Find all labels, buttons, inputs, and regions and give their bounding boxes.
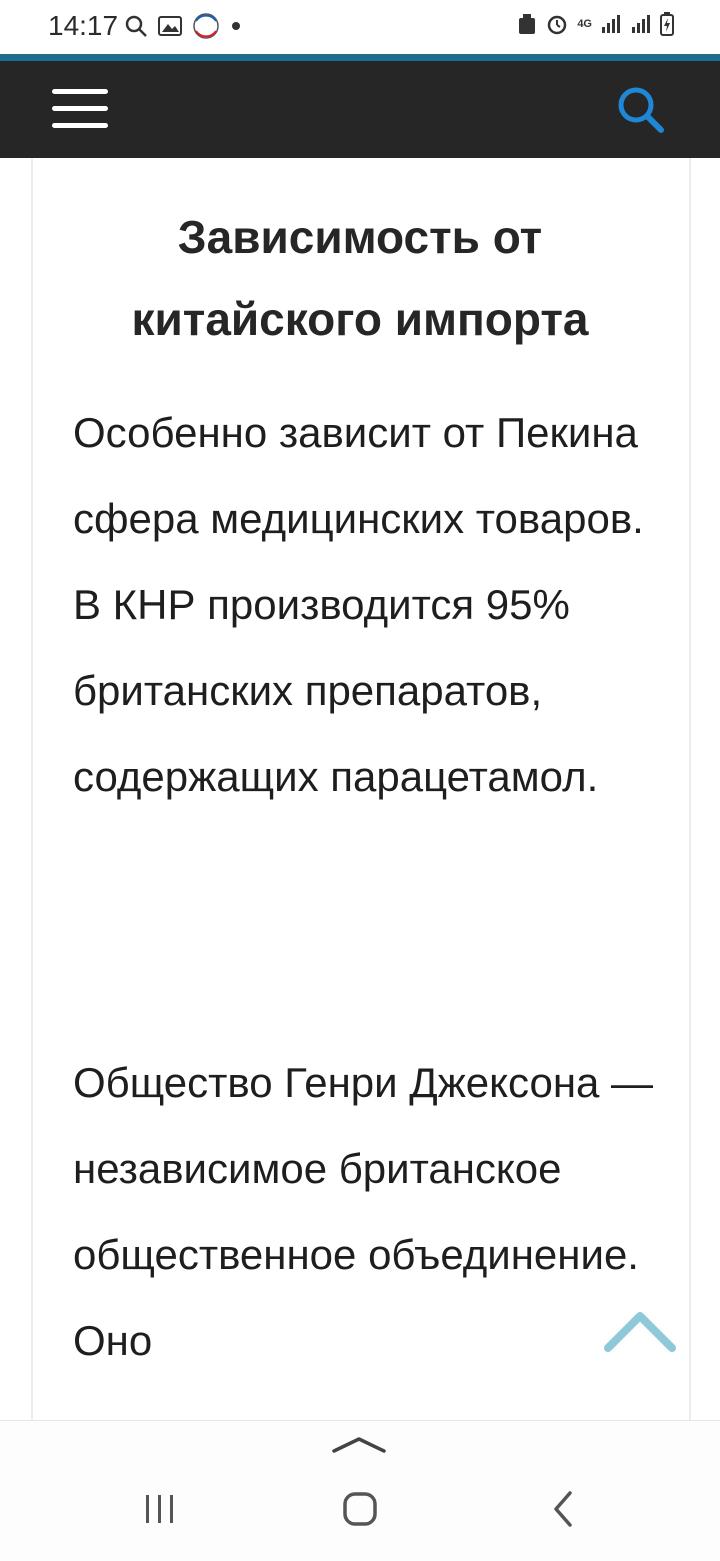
article-paragraph: Особенно зависит от Пекина сфера медицин… xyxy=(73,409,644,800)
recent-apps-button[interactable] xyxy=(130,1489,190,1529)
gallery-icon xyxy=(158,16,182,36)
article-heading: Зависимость от китайского импорта xyxy=(131,211,589,345)
back-icon xyxy=(554,1491,572,1527)
dot-icon xyxy=(232,22,240,30)
search-button[interactable] xyxy=(616,85,666,135)
scroll-to-top-button[interactable] xyxy=(604,1308,676,1352)
home-icon xyxy=(343,1492,377,1526)
search-icon xyxy=(618,87,664,133)
chevron-up-icon xyxy=(604,1312,676,1352)
app-header xyxy=(0,61,720,158)
chevron-up-icon xyxy=(332,1437,386,1453)
header-accent-line xyxy=(0,54,720,61)
recent-apps-icon xyxy=(146,1495,173,1523)
nav-handle[interactable] xyxy=(330,1433,388,1455)
status-time: 14:17 xyxy=(48,10,119,41)
status-system-icons: 4G xyxy=(517,12,674,36)
status-bar: 14:17 4G xyxy=(0,0,720,54)
network-4g-icon: 4G xyxy=(577,18,592,30)
article-paragraph: Общество Генри Джексона — независимое бр… xyxy=(73,1059,654,1364)
alarm-icon xyxy=(548,15,567,35)
hamburger-menu-icon[interactable] xyxy=(52,85,108,133)
search-icon xyxy=(125,15,147,37)
system-navigation-bar xyxy=(0,1420,720,1561)
signal-icon xyxy=(602,15,620,33)
gosuslugi-icon xyxy=(193,13,219,39)
back-button[interactable] xyxy=(532,1489,592,1529)
status-notification-icons xyxy=(124,12,242,40)
signal-icon xyxy=(632,15,650,33)
recycle-icon xyxy=(519,14,536,34)
home-button[interactable] xyxy=(330,1489,390,1529)
battery-icon xyxy=(660,12,674,36)
